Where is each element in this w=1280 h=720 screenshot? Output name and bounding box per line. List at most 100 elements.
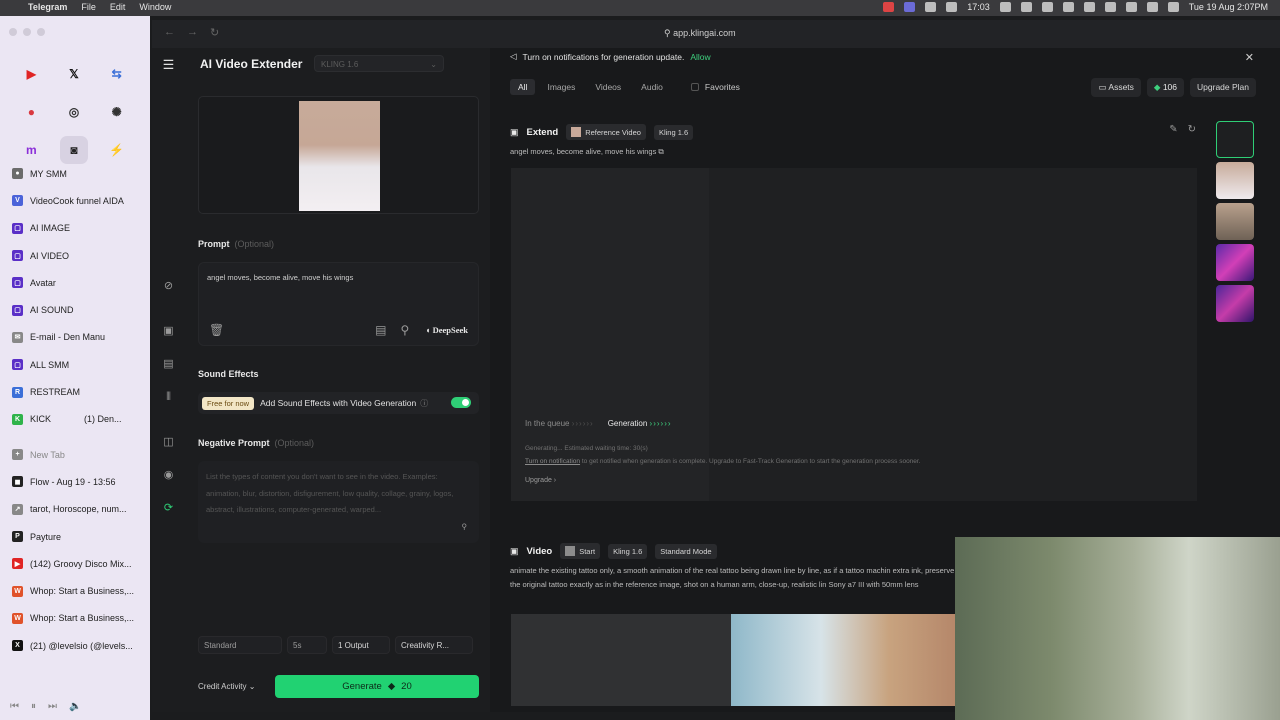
history-item[interactable]	[1216, 162, 1254, 199]
status-icon[interactable]	[999, 2, 1011, 12]
generate-button[interactable]: Generate ◆ 20	[275, 675, 479, 698]
sidebar-item[interactable]: + New Tab	[8, 441, 148, 468]
sidebar-item[interactable]: ↗ tarot, Horoscope, num...	[8, 496, 148, 523]
menubar-file[interactable]: File	[81, 2, 96, 12]
circle-icon[interactable]: ◎	[60, 98, 88, 126]
status-icon[interactable]	[1104, 2, 1116, 12]
back-icon[interactable]: ←	[164, 26, 175, 39]
status-icon[interactable]	[883, 2, 895, 12]
status-icon[interactable]	[1041, 2, 1053, 12]
tab-audio[interactable]: Audio	[633, 79, 671, 95]
eye-icon[interactable]: ◉	[162, 469, 175, 482]
status-icon[interactable]	[1083, 2, 1095, 12]
template-icon[interactable]: ▤	[375, 323, 386, 337]
negative-prompt-input[interactable]: List the types of content you don't want…	[198, 461, 479, 543]
sidebar-item[interactable]: ▢ Avatar	[8, 269, 148, 296]
forward-icon[interactable]: →	[187, 26, 198, 39]
media-prev-icon[interactable]: ⏮	[10, 701, 19, 712]
upgrade-link[interactable]: Upgrade ›	[525, 477, 556, 484]
sidebar-item[interactable]: ▢ ALL SMM	[8, 351, 148, 378]
status-icon[interactable]	[1020, 2, 1032, 12]
bulb-icon[interactable]: ⚲	[401, 323, 410, 337]
reference-video-chip[interactable]: Reference Video	[566, 124, 646, 140]
video-icon[interactable]: ▤	[162, 358, 175, 371]
credits-badge[interactable]: ◆ 106	[1146, 78, 1185, 97]
address-bar[interactable]: ⚲ app.klingai.com	[664, 28, 736, 39]
status-icon[interactable]	[925, 2, 937, 12]
status-icon[interactable]	[904, 2, 916, 12]
assets-button[interactable]: ▭ Assets	[1091, 78, 1141, 97]
history-item[interactable]	[1216, 285, 1254, 322]
extend-icon[interactable]: ⟳	[162, 502, 175, 515]
close-icon[interactable]: ✕	[1245, 51, 1254, 64]
app-icon[interactable]: ●	[17, 98, 45, 126]
tab-images[interactable]: Images	[539, 79, 583, 95]
mode-select[interactable]: Standard	[198, 636, 282, 654]
menubar-datetime[interactable]: Tue 19 Aug 2:07PM	[1189, 2, 1268, 12]
control-center-icon[interactable]	[1167, 2, 1179, 12]
status-icon[interactable]	[1062, 2, 1074, 12]
trash-icon[interactable]: 🗑	[209, 323, 224, 337]
sidebar-item[interactable]: ● MY SMM	[8, 160, 148, 187]
sidebar-item[interactable]: ◼ Flow - Aug 19 - 13:56	[8, 468, 148, 495]
split-tab-label[interactable]: (1) Den...	[84, 414, 122, 424]
edit-icon[interactable]: ✎	[1169, 124, 1177, 135]
sidebar-item[interactable]: ▢ AI SOUND	[8, 296, 148, 323]
sidebar-item[interactable]: ▢ AI IMAGE	[8, 215, 148, 242]
zoom-window-icon[interactable]	[37, 28, 45, 36]
favorites-checkbox[interactable]: Favorites	[690, 82, 740, 92]
info-icon[interactable]: ⓘ	[420, 398, 428, 409]
history-item[interactable]	[1216, 203, 1254, 240]
search-icon[interactable]	[1146, 2, 1158, 12]
prompt-text[interactable]: angel moves, become alive, move his wing…	[207, 273, 353, 282]
sidebar-item[interactable]: R RESTREAM	[8, 378, 148, 405]
sidebar-item[interactable]: ▢ AI VIDEO	[8, 242, 148, 269]
copy-icon[interactable]: ⧉	[658, 147, 663, 156]
sidebar-item[interactable]: ✉ E-mail - Den Manu	[8, 324, 148, 351]
history-item[interactable]	[1216, 244, 1254, 281]
sound-effects-toggle[interactable]	[451, 397, 471, 408]
sidebar-item[interactable]: ▶ (142) Groovy Disco Mix...	[8, 550, 148, 577]
wifi-icon[interactable]	[1125, 2, 1137, 12]
deepseek-button[interactable]: ◖ DeepSeek	[425, 325, 468, 335]
translate-icon[interactable]: ⇆	[103, 60, 131, 88]
creativity-select[interactable]: Creativity R...	[395, 636, 473, 654]
sidebar-item[interactable]: X (21) @levelsio (@levels...	[8, 632, 148, 659]
youtube-icon[interactable]: ▶	[17, 60, 45, 88]
output-count-select[interactable]: 1 Output	[332, 636, 390, 654]
sidebar-item[interactable]: W Whop: Start a Business,...	[8, 605, 148, 632]
openai-icon[interactable]: ✺	[103, 98, 131, 126]
allow-link[interactable]: Allow	[690, 52, 710, 62]
tab-all[interactable]: All	[510, 79, 536, 95]
close-window-icon[interactable]	[9, 28, 17, 36]
notify-link[interactable]: Turn on notification	[525, 458, 580, 465]
sidebar-item[interactable]: W Whop: Start a Business,...	[8, 577, 148, 604]
reload-icon[interactable]: ↻	[210, 26, 219, 39]
cube-icon[interactable]: ◫	[162, 436, 175, 449]
regenerate-icon[interactable]: ↻	[1188, 124, 1196, 135]
image-icon[interactable]: ▣	[162, 325, 175, 338]
hamburger-menu-icon[interactable]: ☰	[162, 58, 175, 71]
status-icon[interactable]	[946, 2, 958, 12]
model-select[interactable]: KLING 1.6 ⌄	[314, 55, 444, 72]
menubar-window[interactable]: Window	[139, 2, 171, 12]
tab-videos[interactable]: Videos	[587, 79, 629, 95]
upgrade-plan-button[interactable]: Upgrade Plan	[1190, 78, 1256, 97]
media-pause-icon[interactable]: ⏸	[31, 701, 36, 712]
media-next-icon[interactable]: ⏭	[48, 701, 57, 712]
start-frame-chip[interactable]: Start	[560, 543, 601, 559]
audio-icon[interactable]: ⦀	[162, 391, 175, 404]
duration-select[interactable]: 5s	[287, 636, 327, 654]
volume-icon[interactable]: 🔈	[69, 701, 81, 712]
menubar-edit[interactable]: Edit	[110, 2, 126, 12]
image-gen-icon[interactable]: ⊘	[162, 280, 175, 293]
sidebar-item[interactable]: P Payture	[8, 523, 148, 550]
video-preview[interactable]	[511, 614, 956, 706]
bulb-icon[interactable]: ⚲	[462, 519, 468, 536]
prompt-input[interactable]: angel moves, become alive, move his wing…	[198, 262, 479, 346]
x-icon[interactable]: 𝕏	[60, 60, 88, 88]
clock-label[interactable]: 17:03	[967, 2, 990, 12]
minimize-window-icon[interactable]	[23, 28, 31, 36]
sidebar-item[interactable]: V VideoCook funnel AIDA	[8, 187, 148, 214]
menubar-app-name[interactable]: Telegram	[28, 2, 67, 12]
